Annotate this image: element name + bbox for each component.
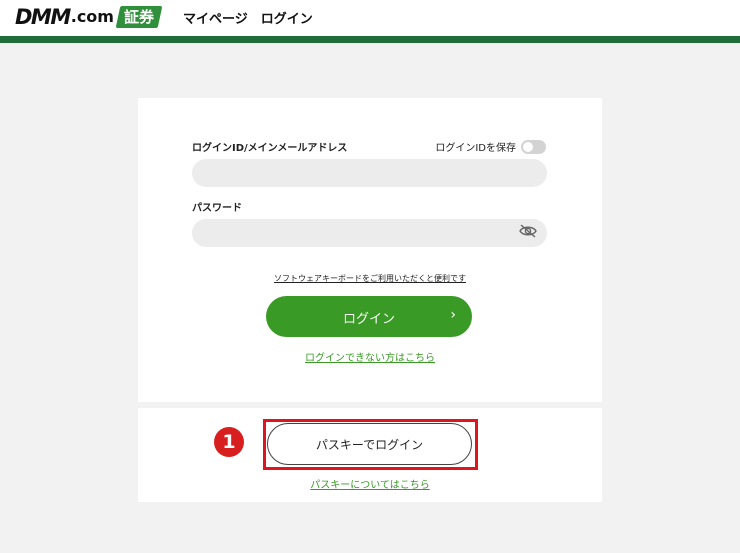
passkey-card: 1 パスキーでログイン パスキーについてはこちら <box>138 408 602 502</box>
logo-dmm-text: DMM <box>15 5 71 29</box>
nav-mypage-link[interactable]: マイページ <box>183 8 248 27</box>
step-marker-badge: 1 <box>214 427 244 457</box>
site-header: DMM .com 証券 マイページ ログイン <box>0 0 740 36</box>
login-button[interactable]: ログイン › <box>266 296 472 337</box>
header-nav: マイページ ログイン <box>183 8 313 27</box>
logo-securities-badge: 証券 <box>115 6 163 28</box>
nav-login-link[interactable]: ログイン <box>261 8 313 27</box>
save-login-id-toggle[interactable] <box>521 139 546 154</box>
password-input[interactable] <box>192 219 547 247</box>
logo-com-text: .com <box>70 7 114 26</box>
login-id-input[interactable] <box>192 159 547 187</box>
software-keyboard-link[interactable]: ソフトウェアキーボードをご利用いただくと便利です <box>138 273 602 284</box>
cant-login-link[interactable]: ログインできない方はこちら <box>138 349 602 364</box>
login-id-label: ログインID/メインメールアドレス <box>192 143 348 154</box>
password-label: パスワード <box>192 203 242 214</box>
header-green-bar <box>0 36 740 43</box>
save-login-id-label: ログインIDを保存 <box>435 143 516 154</box>
login-card: ログインID/メインメールアドレス ログインIDを保存 パスワード ソフトウェア… <box>138 98 602 402</box>
dmm-securities-logo[interactable]: DMM .com 証券 <box>15 5 163 29</box>
passkey-about-link[interactable]: パスキーについてはこちら <box>138 476 602 491</box>
login-button-label: ログイン <box>342 312 395 327</box>
chevron-right-icon: › <box>450 307 456 323</box>
eye-slash-icon[interactable] <box>518 223 538 239</box>
passkey-login-button[interactable]: パスキーでログイン <box>267 423 472 465</box>
save-login-id-row: ログインIDを保存 <box>435 139 546 154</box>
